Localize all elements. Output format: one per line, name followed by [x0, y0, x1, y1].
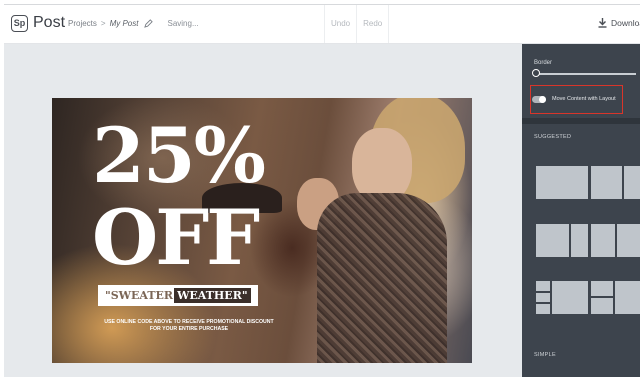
download-label: Download: [611, 18, 640, 28]
border-slider-handle[interactable]: [532, 69, 540, 77]
download-button[interactable]: Download: [598, 18, 640, 28]
breadcrumb-separator: >: [100, 19, 106, 28]
promo-line-1: USE ONLINE CODE ABOVE TO RECEIVE PROMOTI…: [104, 319, 274, 325]
photo-face: [352, 128, 412, 203]
suggested-heading: SUGGESTED: [534, 134, 572, 140]
promo-code-box[interactable]: "SWEATER WEATHER": [98, 285, 258, 306]
layout-panel: Border Move Content with Layout SUGGESTE…: [522, 44, 640, 377]
simple-heading: SIMPLE: [534, 352, 556, 358]
layout-divider: [569, 224, 571, 257]
layout-divider: [550, 281, 552, 314]
headline-off[interactable]: OFF: [92, 198, 260, 278]
pencil-icon[interactable]: [144, 19, 154, 28]
promo-description[interactable]: USE ONLINE CODE ABOVE TO RECEIVE PROMOTI…: [74, 319, 304, 333]
layout-divider: [613, 281, 615, 314]
breadcrumb: Projects > My Post Saving...: [68, 19, 199, 28]
download-icon: [598, 18, 607, 28]
poster-artboard[interactable]: 25% OFF "SWEATER WEATHER" USE ONLINE COD…: [52, 98, 472, 363]
border-slider-track[interactable]: [536, 73, 636, 75]
headline-percent[interactable]: 25%: [92, 116, 266, 196]
layout-option[interactable]: [591, 224, 640, 257]
promo-line-2: FOR YOUR ENTIRE PURCHASE: [149, 326, 229, 332]
layout-divider: [591, 296, 613, 298]
layout-option[interactable]: [536, 224, 588, 257]
panel-settings: Border Move Content with Layout: [522, 44, 640, 118]
saving-status: Saving...: [167, 19, 199, 28]
design-canvas: 25% OFF "SWEATER WEATHER" USE ONLINE COD…: [4, 44, 522, 377]
layout-option[interactable]: [591, 166, 640, 199]
layout-option[interactable]: [536, 166, 588, 199]
layout-divider: [536, 291, 550, 293]
undo-redo-group: Undo Redo: [324, 5, 390, 43]
undo-button[interactable]: Undo: [324, 5, 356, 43]
breadcrumb-current[interactable]: My Post: [110, 19, 139, 28]
breadcrumb-projects[interactable]: Projects: [68, 19, 97, 28]
top-bar: Sp Post Projects > My Post Saving... Und…: [4, 5, 640, 44]
layout-divider: [615, 224, 617, 257]
promo-code-right: WEATHER": [174, 288, 251, 303]
spark-logo-icon[interactable]: Sp: [11, 15, 28, 32]
panel-divider: [522, 118, 640, 124]
layout-divider: [536, 302, 550, 304]
border-label: Border: [534, 60, 553, 66]
toggle-knob: [539, 96, 546, 103]
layout-divider: [622, 166, 624, 199]
move-content-label: Move Content with Layout: [552, 96, 616, 102]
redo-button[interactable]: Redo: [356, 5, 390, 43]
layout-option[interactable]: [591, 281, 640, 314]
photo-sweater: [317, 193, 447, 363]
move-content-toggle[interactable]: [532, 96, 546, 103]
layout-option[interactable]: [536, 281, 588, 314]
app-title: Post: [33, 14, 66, 31]
promo-code-left: "SWEATER: [105, 289, 174, 302]
